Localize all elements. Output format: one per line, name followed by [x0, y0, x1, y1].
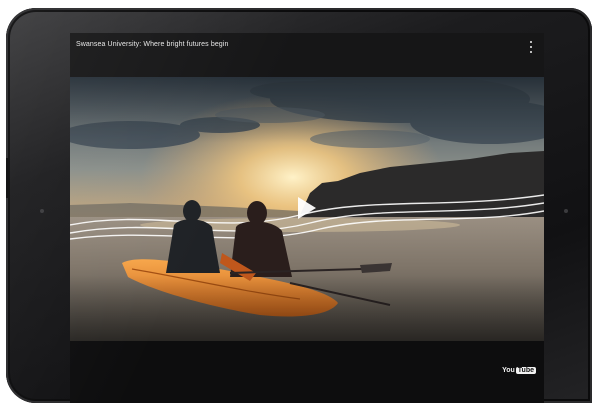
youtube-logo[interactable]: You Tube [502, 367, 536, 374]
camera-icon [40, 209, 44, 213]
side-button [6, 158, 9, 198]
title-bar: Swansea University: Where bright futures… [70, 33, 544, 77]
sensor-icon [564, 209, 568, 213]
tablet-device: Swansea University: Where bright futures… [6, 8, 592, 403]
youtube-logo-suffix: Tube [515, 367, 536, 374]
video-title[interactable]: Swansea University: Where bright futures… [76, 41, 228, 48]
more-vert-icon[interactable] [528, 41, 534, 53]
video-player[interactable]: Swansea University: Where bright futures… [70, 33, 544, 403]
youtube-logo-prefix: You [502, 367, 515, 374]
video-frame[interactable] [70, 77, 544, 341]
